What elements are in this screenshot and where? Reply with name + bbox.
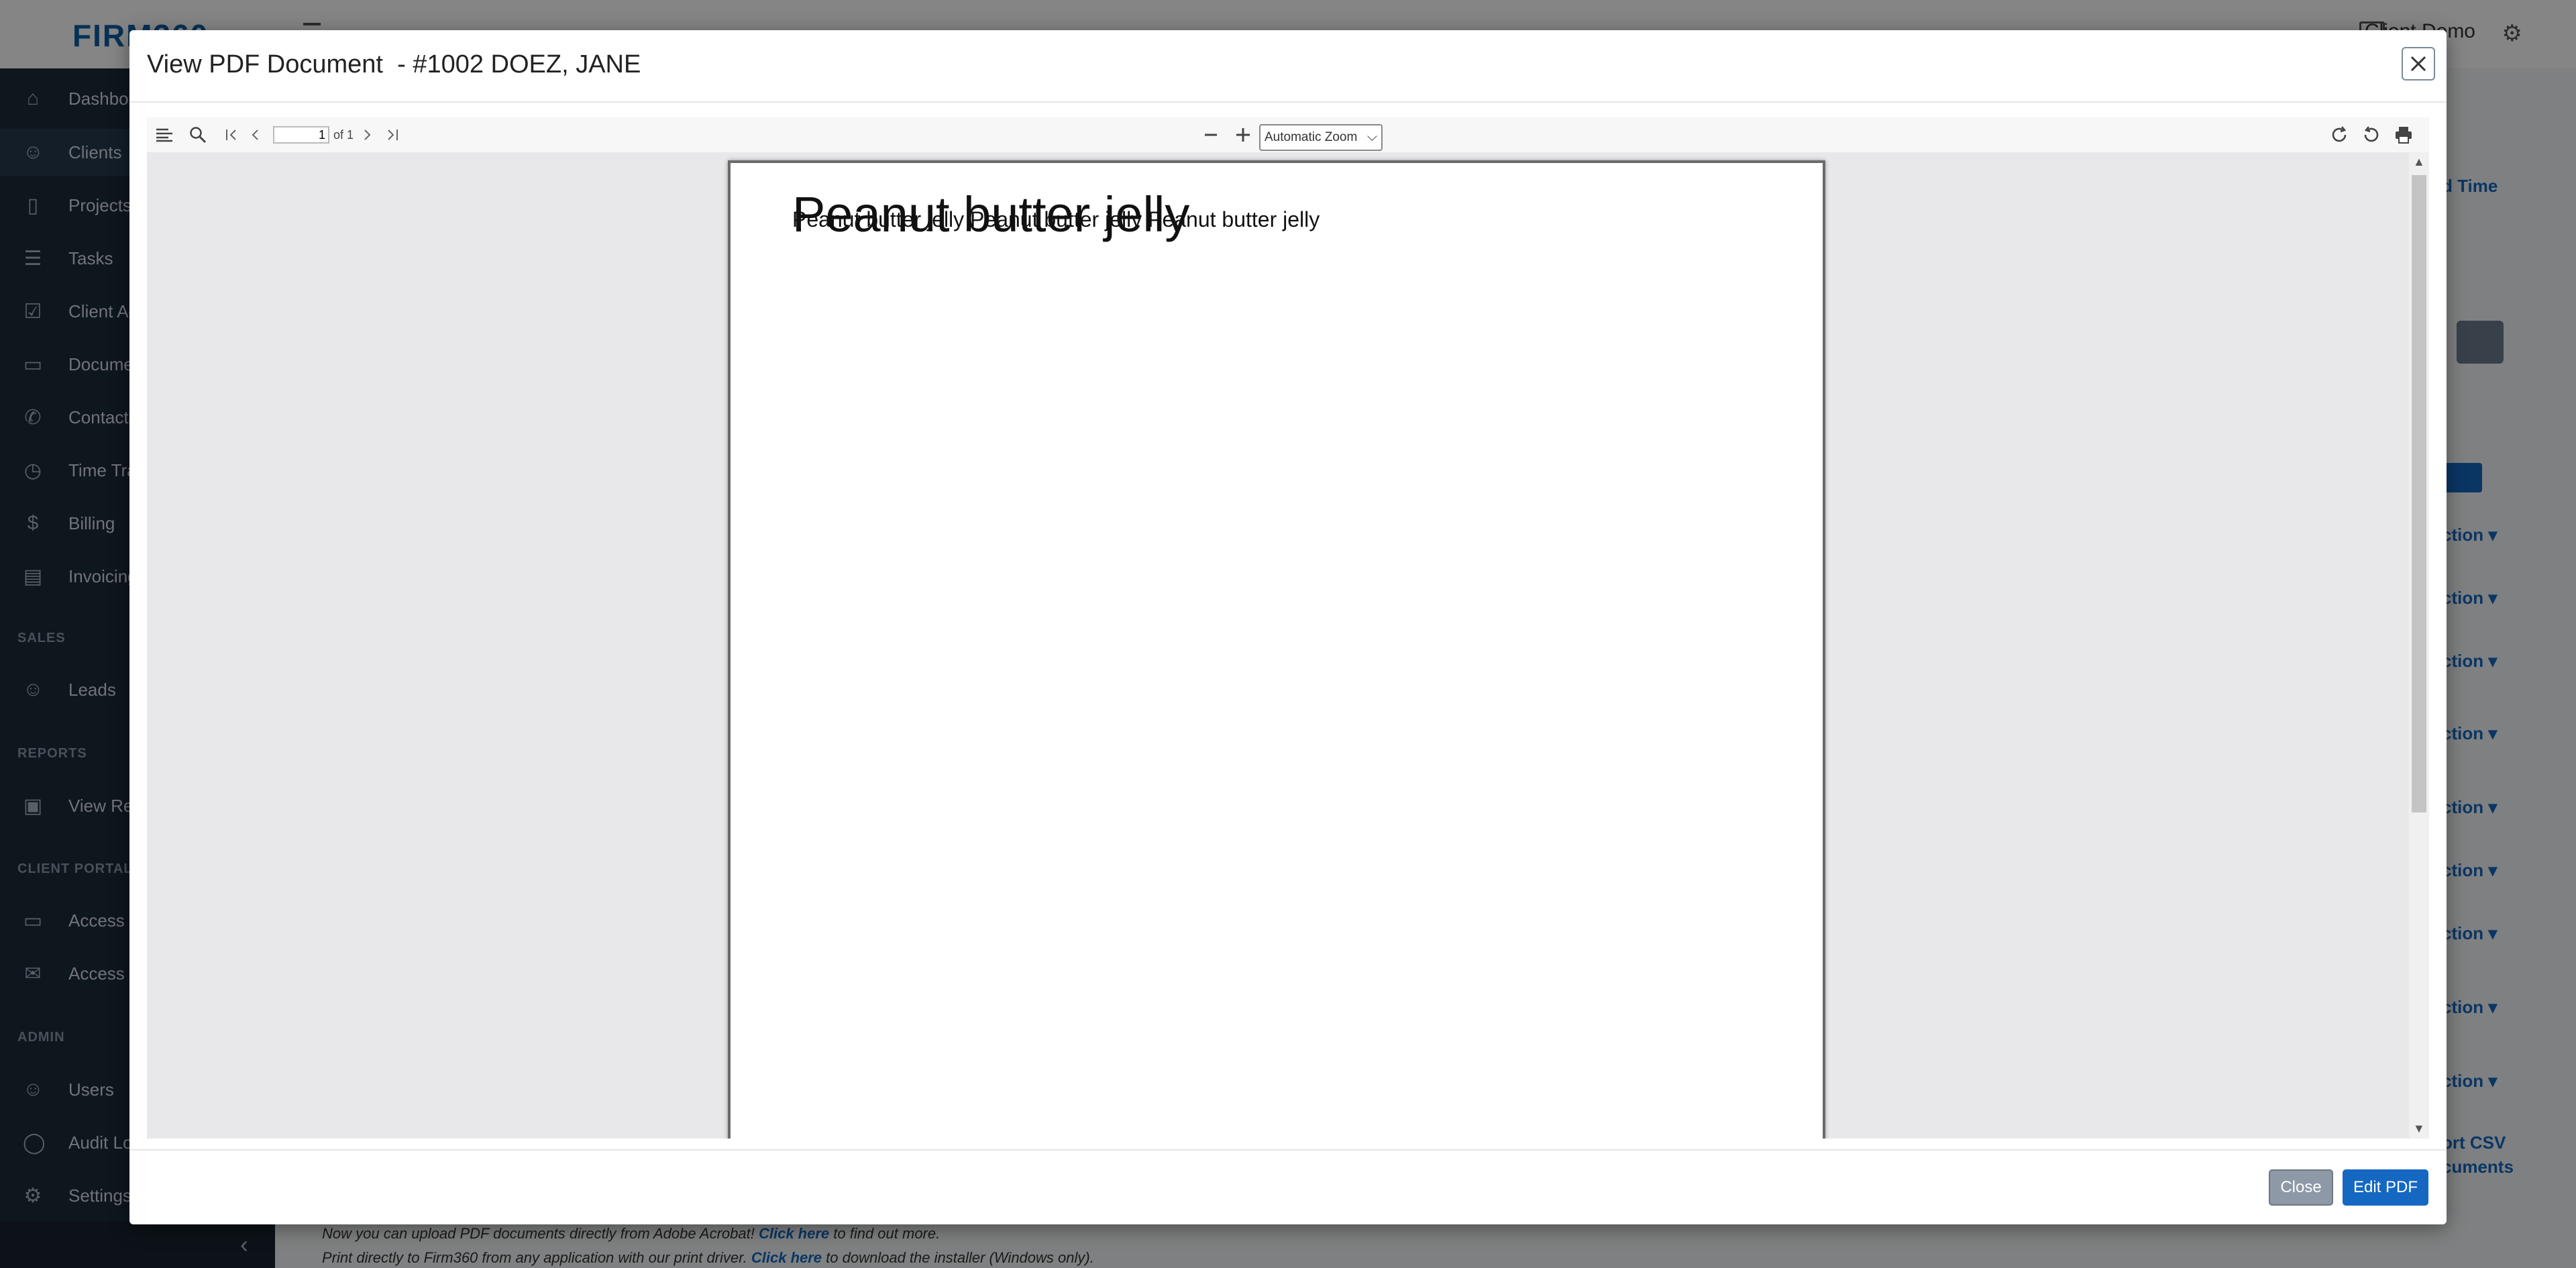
- scrollbar-thumb[interactable]: [2412, 175, 2426, 812]
- pdf-page: Peanut butter jelly Peanut butter jelly …: [728, 160, 1825, 1139]
- previous-page-icon[interactable]: [245, 124, 265, 146]
- zoom-out-icon[interactable]: [1200, 124, 1222, 146]
- modal-title: View PDF Document - #1002 DOEZ, JANE: [147, 50, 641, 78]
- scroll-up-icon[interactable]: ▲: [2413, 155, 2425, 169]
- pdf-viewport[interactable]: Peanut butter jelly Peanut butter jelly …: [147, 152, 2429, 1139]
- chevron-down-icon: ⌵: [1366, 129, 1377, 144]
- rotate-clockwise-icon[interactable]: [2327, 124, 2351, 146]
- sidebar-toggle-icon[interactable]: [152, 124, 176, 146]
- modal-footer: Close Edit PDF: [129, 1149, 2447, 1226]
- rotate-counterclockwise-icon[interactable]: [2359, 124, 2383, 146]
- pdf-toolbar: of 1 Automatic Zoom ⌵: [147, 117, 2429, 153]
- close-button[interactable]: Close: [2269, 1169, 2333, 1206]
- print-icon[interactable]: [2392, 124, 2416, 146]
- first-page-icon[interactable]: [222, 124, 242, 146]
- page-number-input[interactable]: [273, 126, 329, 144]
- modal-close-button[interactable]: [2402, 47, 2435, 81]
- pdf-scrollbar[interactable]: ▲ ▼: [2409, 152, 2429, 1139]
- scroll-down-icon[interactable]: ▼: [2413, 1122, 2425, 1136]
- zoom-select[interactable]: Automatic Zoom ⌵: [1259, 124, 1383, 151]
- search-icon[interactable]: [186, 124, 210, 146]
- zoom-select-value: Automatic Zoom: [1265, 130, 1358, 144]
- close-icon: [2410, 56, 2426, 72]
- pdf-body-text: Peanut butter jelly Peanut butter jelly …: [792, 207, 1320, 231]
- edit-pdf-button[interactable]: Edit PDF: [2343, 1169, 2428, 1206]
- view-pdf-modal: View PDF Document - #1002 DOEZ, JANE of …: [129, 30, 2447, 1224]
- next-page-icon[interactable]: [358, 124, 378, 146]
- page-count-label: of 1: [333, 128, 354, 142]
- pdf-viewer: of 1 Automatic Zoom ⌵: [147, 117, 2429, 1139]
- last-page-icon[interactable]: [382, 124, 402, 146]
- zoom-in-icon[interactable]: [1232, 124, 1254, 146]
- modal-header: View PDF Document - #1002 DOEZ, JANE: [129, 30, 2447, 103]
